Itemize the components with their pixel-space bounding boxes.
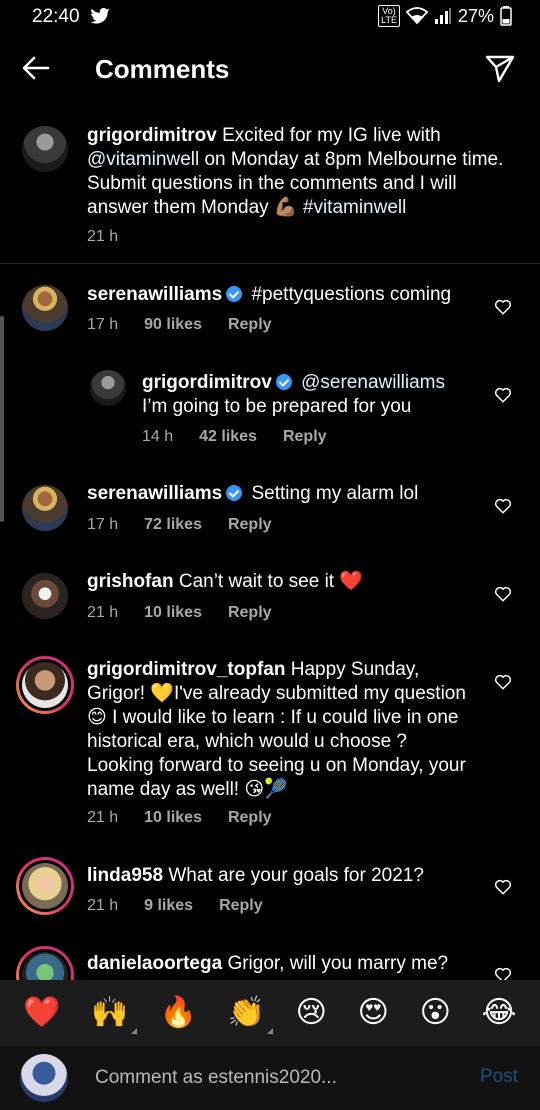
reply-button[interactable]: Reply [228,809,272,827]
comment-username[interactable]: danielaoortega [87,953,222,974]
comment-username[interactable]: serenawilliams [87,483,222,504]
story-avatar[interactable] [16,857,74,915]
like-heart-icon[interactable] [494,386,512,404]
page-title: Comments [95,54,230,84]
divider [0,263,540,264]
timestamp: 17 h [87,316,119,333]
volte-icon: Vo) LTE [378,5,400,27]
like-heart-icon[interactable] [494,878,512,896]
avatar[interactable] [22,285,68,331]
verified-badge-icon [226,286,243,302]
mention-link[interactable]: @serenawilliams [301,372,445,393]
comment-username[interactable]: grishofan [87,571,174,592]
caption-text: grigordimitrov Excited for my IG live wi… [87,125,504,218]
likes-count[interactable]: 42 likes [199,428,257,446]
header: Comments [0,36,540,102]
timestamp: 21 h [87,604,119,621]
timestamp: 21 h [87,228,119,245]
timestamp: 21 h [87,809,119,826]
reply-button[interactable]: Reply [228,516,272,534]
timestamp: 21 h [87,897,119,914]
emoji-raising-hands[interactable]: 🙌 [91,996,138,1034]
avatar[interactable] [22,573,68,619]
reply-button[interactable]: Reply [219,897,263,915]
likes-count[interactable]: 10 likes [144,604,202,622]
emoji-laughing[interactable]: 😂 [482,996,517,1030]
emoji-quick-bar: ❤️ 🙌 🔥 👏 😢 😍 😮 😂 [0,980,540,1046]
back-arrow-icon[interactable] [20,52,52,84]
avatar[interactable] [22,485,68,531]
comment-username[interactable]: grigordimitrov_topfan [87,659,285,680]
comment-input-bar: Post [0,1046,540,1110]
likes-count[interactable]: 10 likes [144,809,202,827]
avatar [22,662,68,708]
emoji-heart-eyes[interactable]: 😍 [358,996,389,1030]
timestamp: 14 h [142,428,174,445]
caption-username[interactable]: grigordimitrov [87,125,217,146]
like-heart-icon[interactable] [494,673,512,691]
timestamp: 17 h [87,516,119,533]
reply-button[interactable]: Reply [228,604,272,622]
comment-username[interactable]: serenawilliams [87,284,222,305]
comment-username[interactable]: linda958 [87,865,163,886]
status-time: 22:40 [32,6,80,27]
likes-count[interactable]: 9 likes [144,897,193,915]
avatar [22,863,68,909]
status-icons: Vo) LTE 27% [378,5,512,27]
verified-badge-icon [275,374,292,390]
emoji-fire[interactable]: 🔥 [159,996,196,1030]
verified-badge-icon [226,485,243,501]
avatar[interactable] [90,370,126,406]
like-heart-icon[interactable] [494,298,512,316]
like-heart-icon[interactable] [494,497,512,515]
battery-icon [500,6,512,26]
likes-count[interactable]: 90 likes [144,316,202,334]
emoji-heart[interactable]: ❤️ [23,996,60,1030]
story-avatar[interactable] [16,656,74,714]
caption-meta: 21 h [87,228,118,246]
emoji-crying[interactable]: 😢 [296,996,327,1030]
post-caption: grigordimitrov Excited for my IG live wi… [0,122,540,262]
emoji-clapping[interactable]: 👏 [228,996,274,1034]
signal-icon [434,8,451,24]
like-heart-icon[interactable] [494,585,512,603]
comment-username[interactable]: grigordimitrov [142,372,272,393]
avatar [20,1054,68,1102]
mention-link[interactable]: @vitaminwell [87,149,199,170]
post-button[interactable]: Post [480,1066,518,1088]
hashtag-link[interactable]: #vitaminwell [298,197,407,218]
scroll-handle[interactable] [0,316,4,522]
send-icon[interactable] [484,52,516,84]
battery-percent: 27% [457,5,494,26]
avatar[interactable] [22,126,68,172]
likes-count[interactable]: 72 likes [144,516,202,534]
wifi-icon [405,7,428,25]
status-bar: 22:40 Vo) LTE 27% [0,0,540,36]
emoji-surprised[interactable]: 😮 [420,996,451,1030]
comment-input[interactable] [95,1062,455,1094]
reply-button[interactable]: Reply [283,428,327,446]
reply-button[interactable]: Reply [228,316,272,334]
twitter-icon [90,8,110,24]
